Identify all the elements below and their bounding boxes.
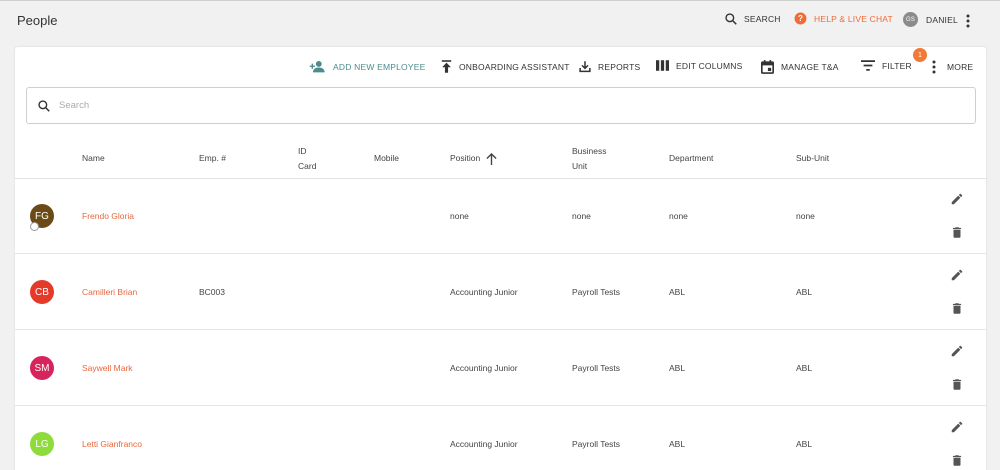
delete-trash-icon[interactable]: [950, 377, 964, 392]
top-bar: People SEARCH ? HELP & LIVE CHAT GS DANI…: [0, 0, 1000, 40]
user-name: DANIEL: [926, 14, 958, 25]
calendar-icon: [761, 60, 774, 74]
edit-columns-button[interactable]: EDIT COLUMNS: [656, 60, 742, 71]
download-icon: [579, 61, 591, 73]
table-row[interactable]: CB Camilleri Brian BC003 Accounting Juni…: [15, 254, 986, 330]
employee-department: ABL: [669, 363, 686, 373]
sort-ascending-icon: [486, 152, 497, 165]
column-header-id-card[interactable]: ID Card: [298, 144, 316, 174]
column-header-mobile[interactable]: Mobile: [374, 151, 399, 166]
edit-pencil-icon[interactable]: [950, 268, 964, 282]
employee-position: Accounting Junior: [450, 439, 518, 449]
add-new-employee-button[interactable]: ADD NEW EMPLOYEE: [309, 60, 425, 73]
employee-name-link[interactable]: Saywell Mark: [82, 363, 133, 373]
add-new-employee-label: ADD NEW EMPLOYEE: [333, 61, 426, 72]
employee-position: Accounting Junior: [450, 287, 518, 297]
column-header-department[interactable]: Department: [669, 151, 713, 166]
employee-position: Accounting Junior: [450, 363, 518, 373]
column-header-id-card-line1: ID: [298, 146, 307, 156]
employee-department: ABL: [669, 439, 686, 449]
delete-trash-icon[interactable]: [950, 453, 964, 468]
edit-pencil-icon[interactable]: [950, 344, 964, 358]
employee-name-link[interactable]: Camilleri Brian: [82, 287, 137, 297]
delete-trash-icon[interactable]: [950, 225, 964, 240]
filter-label: FILTER: [882, 60, 912, 71]
delete-trash-icon[interactable]: [950, 301, 964, 316]
column-header-business-unit-line2: Unit: [572, 161, 588, 171]
employee-business-unit: Payroll Tests: [572, 439, 621, 449]
employee-business-unit: none: [572, 211, 591, 221]
column-header-sub-unit[interactable]: Sub-Unit: [796, 151, 829, 166]
column-header-business-unit[interactable]: Business Unit: [572, 144, 607, 174]
column-header-emp-no[interactable]: Emp. #: [199, 151, 226, 166]
reports-button[interactable]: REPORTS: [579, 60, 640, 73]
edit-columns-label: EDIT COLUMNS: [676, 60, 743, 71]
employee-department: ABL: [669, 287, 686, 297]
user-badge-icon: [30, 222, 39, 231]
employee-sub-unit: ABL: [796, 287, 813, 297]
table-row[interactable]: SM Saywell Mark Accounting Junior Payrol…: [15, 330, 986, 406]
filter-count-badge: 1: [913, 48, 927, 62]
onboarding-assistant-button[interactable]: ONBOARDING ASSISTANT: [441, 60, 570, 73]
help-live-chat-label: HELP & LIVE CHAT: [814, 13, 893, 24]
search-icon: [38, 99, 50, 112]
employee-emp-no: BC003: [199, 287, 225, 297]
header-more-icon[interactable]: [965, 14, 971, 28]
more-button[interactable]: MORE: [931, 60, 973, 74]
employee-avatar: SM: [30, 356, 54, 380]
add-person-icon: [309, 60, 325, 73]
column-header-position[interactable]: Position: [450, 151, 497, 166]
manage-tna-label: MANAGE T&A: [781, 62, 839, 72]
column-header-position-label: Position: [450, 153, 481, 163]
edit-pencil-icon[interactable]: [950, 192, 964, 206]
header-search-button[interactable]: SEARCH: [724, 12, 781, 26]
svg-text:?: ?: [798, 14, 803, 23]
user-menu[interactable]: GS DANIEL: [903, 12, 958, 27]
column-header-name[interactable]: Name: [82, 151, 105, 166]
reports-label: REPORTS: [598, 61, 641, 72]
employee-avatar: CB: [30, 280, 54, 304]
page-title: People: [17, 13, 58, 28]
table-row[interactable]: FG Frendo Gloria none none none none: [15, 178, 986, 254]
employee-sub-unit: ABL: [796, 439, 813, 449]
user-avatar: GS: [903, 12, 918, 27]
employee-business-unit: Payroll Tests: [572, 363, 621, 373]
filter-icon: [861, 60, 875, 71]
search-icon: [725, 13, 737, 25]
employee-sub-unit: none: [796, 211, 815, 221]
column-header-business-unit-line1: Business: [572, 146, 607, 156]
employee-sub-unit: ABL: [796, 363, 813, 373]
employee-position: none: [450, 211, 469, 221]
help-icon: ?: [794, 12, 807, 25]
upload-icon: [441, 60, 452, 73]
employee-business-unit: Payroll Tests: [572, 287, 621, 297]
table-row[interactable]: LG Letti Gianfranco Accounting Junior Pa…: [15, 406, 986, 470]
header-search-label: SEARCH: [744, 14, 781, 24]
filter-button[interactable]: FILTER: [861, 60, 912, 71]
column-header-id-card-line2: Card: [298, 161, 317, 171]
more-vert-icon: [932, 60, 936, 74]
help-live-chat-button[interactable]: ? HELP & LIVE CHAT: [794, 12, 893, 25]
manage-tna-button[interactable]: MANAGE T&A: [761, 60, 839, 74]
employee-department: none: [669, 211, 688, 221]
more-label: MORE: [947, 62, 974, 72]
edit-pencil-icon[interactable]: [950, 420, 964, 434]
employee-avatar: LG: [30, 432, 54, 456]
columns-icon: [656, 60, 669, 71]
employee-search[interactable]: [26, 87, 976, 124]
search-input[interactable]: [59, 100, 939, 111]
onboarding-assistant-label: ONBOARDING ASSISTANT: [459, 61, 570, 72]
employee-name-link[interactable]: Letti Gianfranco: [82, 439, 142, 449]
employee-name-link[interactable]: Frendo Gloria: [82, 211, 134, 221]
